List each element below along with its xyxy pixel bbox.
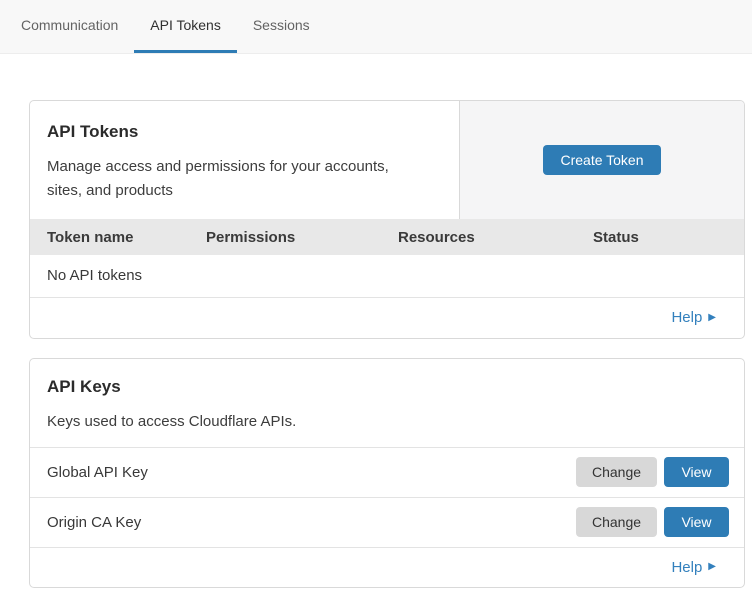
api-tokens-table: Token name Permissions Resources Status … xyxy=(30,219,744,298)
tab-api-tokens-label: API Tokens xyxy=(150,17,221,33)
column-header-token-name: Token name xyxy=(30,219,206,255)
tokens-table-header-row: Token name Permissions Resources Status xyxy=(30,219,744,255)
origin-ca-key-view-button[interactable]: View xyxy=(664,507,729,537)
api-tokens-help-link[interactable]: Help ▶ xyxy=(671,309,716,326)
tab-sessions[interactable]: Sessions xyxy=(237,0,326,53)
origin-ca-key-change-button[interactable]: Change xyxy=(576,507,657,537)
tab-bar: Communication API Tokens Sessions xyxy=(0,0,752,54)
api-tokens-card-header: API Tokens Manage access and permissions… xyxy=(30,101,744,219)
api-tokens-help-label: Help xyxy=(671,309,702,326)
api-keys-help-label: Help xyxy=(671,559,702,576)
api-tokens-description: Manage access and permissions for your a… xyxy=(47,155,422,203)
origin-ca-key-label: Origin CA Key xyxy=(47,514,141,531)
column-header-permissions: Permissions xyxy=(206,219,398,255)
tab-communication-label: Communication xyxy=(21,17,118,33)
origin-ca-key-row: Origin CA Key Change View xyxy=(30,497,744,547)
global-api-key-change-button[interactable]: Change xyxy=(576,457,657,487)
global-api-key-row: Global API Key Change View xyxy=(30,447,744,497)
global-api-key-view-button[interactable]: View xyxy=(664,457,729,487)
api-tokens-card: API Tokens Manage access and permissions… xyxy=(29,100,745,339)
column-header-resources: Resources xyxy=(398,219,593,255)
api-keys-help-link[interactable]: Help ▶ xyxy=(671,559,716,576)
api-keys-card-header: API Keys Keys used to access Cloudflare … xyxy=(30,359,744,447)
help-arrow-icon: ▶ xyxy=(708,313,716,323)
api-keys-description: Keys used to access Cloudflare APIs. xyxy=(47,410,727,434)
tokens-empty-message: No API tokens xyxy=(30,255,744,297)
api-tokens-help-row: Help ▶ xyxy=(30,298,744,338)
api-keys-title: API Keys xyxy=(47,377,727,397)
api-tokens-action-panel: Create Token xyxy=(460,101,744,219)
tokens-empty-row: No API tokens xyxy=(30,255,744,297)
tab-communication[interactable]: Communication xyxy=(5,0,134,53)
global-api-key-actions: Change View xyxy=(576,457,729,487)
api-tokens-card-header-text: API Tokens Manage access and permissions… xyxy=(30,101,460,219)
api-keys-card: API Keys Keys used to access Cloudflare … xyxy=(29,358,745,588)
global-api-key-label: Global API Key xyxy=(47,464,148,481)
tab-sessions-label: Sessions xyxy=(253,17,310,33)
api-keys-help-row: Help ▶ xyxy=(30,547,744,587)
main-content: API Tokens Manage access and permissions… xyxy=(0,54,752,588)
help-arrow-icon: ▶ xyxy=(708,562,716,572)
api-tokens-title: API Tokens xyxy=(47,122,442,142)
column-header-status: Status xyxy=(593,219,744,255)
tab-api-tokens[interactable]: API Tokens xyxy=(134,0,237,53)
origin-ca-key-actions: Change View xyxy=(576,507,729,537)
create-token-button[interactable]: Create Token xyxy=(543,145,660,175)
